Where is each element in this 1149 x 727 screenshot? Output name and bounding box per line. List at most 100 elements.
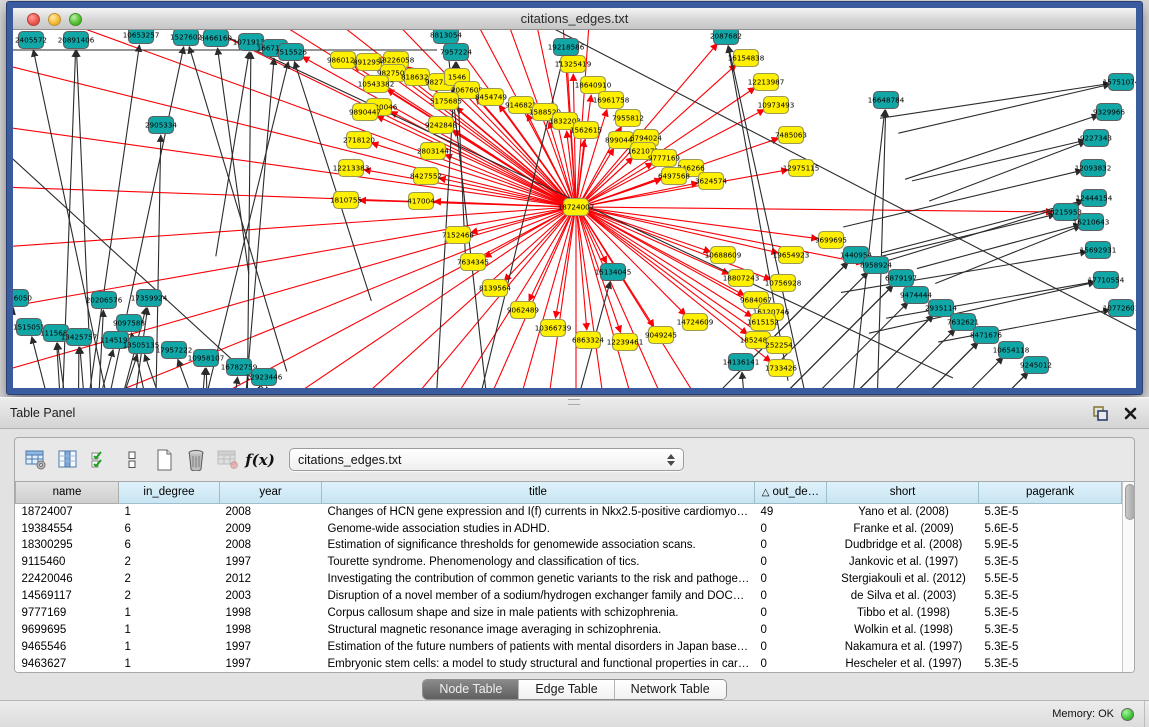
tab-network-table[interactable]: Network Table — [615, 680, 726, 699]
graph-node[interactable]: 6863324 — [572, 332, 604, 349]
network-graph-canvas[interactable]: 9860123891295418226058982750910543382818… — [13, 30, 1136, 388]
graph-node[interactable]: 10973493 — [758, 97, 795, 114]
cell-name[interactable]: 9463627 — [16, 655, 119, 672]
cell-title[interactable]: Corpus callosum shape and size in male p… — [322, 605, 755, 622]
table-row[interactable]: 1872400712008Changes of HCN gene express… — [16, 503, 1122, 520]
column-header-year[interactable]: year — [220, 482, 322, 503]
cell-out_de[interactable]: 0 — [755, 571, 827, 588]
cell-pagerank[interactable]: 5.3E-5 — [979, 638, 1122, 655]
cell-name[interactable]: 18300295 — [16, 537, 119, 554]
cell-name[interactable]: 19384554 — [16, 520, 119, 537]
cell-year[interactable]: 2012 — [220, 571, 322, 588]
graph-node[interactable]: 10756928 — [765, 275, 802, 292]
graph-node[interactable]: 1615152 — [747, 314, 779, 331]
graph-node[interactable]: 3624574 — [695, 173, 727, 190]
cell-in_degree[interactable]: 1 — [119, 605, 220, 622]
cell-year[interactable]: 2008 — [220, 503, 322, 520]
cell-out_de[interactable]: 0 — [755, 537, 827, 554]
graph-node[interactable]: 417004 — [407, 193, 435, 210]
table-row[interactable]: 911546021997Tourette syndrome. Phenomeno… — [16, 554, 1122, 571]
graph-node[interactable]: 8139564 — [479, 280, 511, 297]
graph-node[interactable]: 9227343 — [1080, 130, 1112, 147]
graph-node[interactable]: 10366739 — [535, 320, 572, 337]
graph-node[interactable]: 2405572 — [15, 32, 47, 49]
cell-pagerank[interactable]: 5.3E-5 — [979, 588, 1122, 605]
graph-node[interactable]: 10654118 — [993, 342, 1030, 359]
tab-node-table[interactable]: Node Table — [423, 680, 519, 699]
cell-short[interactable]: Franke et al. (2009) — [827, 520, 979, 537]
graph-node[interactable]: 9777169 — [648, 150, 680, 167]
table-row[interactable]: 1938455462009Genome-wide association stu… — [16, 520, 1122, 537]
cell-name[interactable]: 9699695 — [16, 621, 119, 638]
graph-node[interactable]: 252254 — [765, 337, 793, 354]
cell-year[interactable]: 2008 — [220, 537, 322, 554]
table-row[interactable]: 1830029562008Estimation of significance … — [16, 537, 1122, 554]
cell-in_degree[interactable]: 1 — [119, 503, 220, 520]
table-settings-icon[interactable] — [23, 447, 49, 473]
graph-node[interactable]: 17359924 — [131, 290, 168, 307]
graph-node[interactable]: 7957224 — [440, 44, 472, 61]
graph-node[interactable]: 9242848 — [425, 117, 457, 134]
close-panel-icon[interactable] — [1119, 402, 1141, 424]
graph-node[interactable]: 9474444 — [900, 287, 932, 304]
column-header-out_de[interactable]: △out_de… — [755, 482, 827, 503]
column-header-in_degree[interactable]: in_degree — [119, 482, 220, 503]
graph-node[interactable]: 6879197 — [885, 270, 917, 287]
graph-node[interactable]: 5175685 — [430, 93, 462, 110]
graph-node[interactable]: 10653257 — [123, 30, 160, 44]
cell-year[interactable]: 2003 — [220, 588, 322, 605]
cell-pagerank[interactable]: 5.3E-5 — [979, 605, 1122, 622]
cell-in_degree[interactable]: 1 — [119, 621, 220, 638]
graph-node[interactable]: 6497568 — [658, 168, 690, 185]
cell-name[interactable]: 22420046 — [16, 571, 119, 588]
graph-node[interactable]: 14724609 — [677, 314, 714, 331]
cell-year[interactable]: 2009 — [220, 520, 322, 537]
cell-pagerank[interactable]: 5.3E-5 — [979, 621, 1122, 638]
table-row[interactable]: 977716911998Corpus callosum shape and si… — [16, 605, 1122, 622]
cell-short[interactable]: Wolkin et al. (1998) — [827, 621, 979, 638]
cell-out_de[interactable]: 49 — [755, 503, 827, 520]
graph-node[interactable]: 1810755 — [330, 192, 362, 209]
cell-short[interactable]: Dudbridge et al. (2008) — [827, 537, 979, 554]
graph-node[interactable]: 15692931 — [1080, 242, 1117, 259]
graph-node[interactable]: 12093832 — [1075, 160, 1112, 177]
select-rows-icon[interactable] — [87, 447, 113, 473]
graph-node[interactable]: 9890447 — [349, 104, 381, 121]
graph-node[interactable]: 19218586 — [548, 39, 585, 56]
graph-node[interactable]: 8813054 — [430, 30, 462, 44]
column-header-name[interactable]: name — [16, 482, 119, 503]
cell-short[interactable]: Hescheler et al. (1997) — [827, 655, 979, 672]
graph-node[interactable]: 15134045 — [595, 264, 632, 281]
graph-node[interactable]: 16648784 — [868, 92, 905, 109]
cell-title[interactable]: Estimation of significance thresholds fo… — [322, 537, 755, 554]
import-table-icon[interactable] — [215, 447, 241, 473]
graph-node[interactable]: 7152468 — [442, 227, 474, 244]
cell-in_degree[interactable]: 2 — [119, 571, 220, 588]
cell-pagerank[interactable]: 5.3E-5 — [979, 554, 1122, 571]
graph-node[interactable]: 10958107 — [188, 350, 225, 367]
cell-name[interactable]: 9115460 — [16, 554, 119, 571]
graph-node[interactable]: 2087682 — [710, 30, 742, 45]
panel-splitter-grip[interactable] — [568, 399, 580, 405]
graph-node[interactable]: 8454749 — [475, 89, 507, 106]
cell-name[interactable]: 9777169 — [16, 605, 119, 622]
graph-node[interactable]: 9699695 — [815, 232, 847, 249]
zoom-window-button[interactable] — [69, 13, 82, 26]
cell-in_degree[interactable]: 1 — [119, 655, 220, 672]
cell-title[interactable]: Disruption of a novel member of a sodium… — [322, 588, 755, 605]
graph-node[interactable]: 20891406 — [58, 32, 95, 49]
cell-title[interactable]: Investigating the contribution of common… — [322, 571, 755, 588]
cell-year[interactable]: 1997 — [220, 554, 322, 571]
graph-node[interactable]: 7634345 — [457, 254, 489, 271]
table-row[interactable]: 946362711997Embryonic stem cells: a mode… — [16, 655, 1122, 672]
cell-out_de[interactable]: 0 — [755, 638, 827, 655]
graph-node[interactable]: 2803144 — [417, 143, 449, 160]
cell-short[interactable]: Yano et al. (2008) — [827, 503, 979, 520]
cell-out_de[interactable]: 0 — [755, 655, 827, 672]
cell-in_degree[interactable]: 6 — [119, 520, 220, 537]
graph-node[interactable]: 8427552 — [410, 168, 442, 185]
graph-node[interactable]: 2905334 — [145, 117, 177, 134]
cell-name[interactable]: 18724007 — [16, 503, 119, 520]
cell-short[interactable]: de Silva et al. (2003) — [827, 588, 979, 605]
cell-out_de[interactable]: 0 — [755, 621, 827, 638]
